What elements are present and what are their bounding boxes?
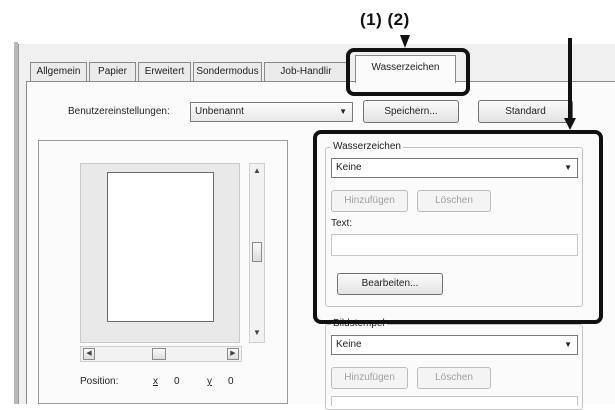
annotation-arrows <box>400 35 576 130</box>
arrow-to-watermark-icon <box>564 118 576 130</box>
arrow-to-tab-icon <box>400 35 410 48</box>
tab-wasserzeichen[interactable]: Wasserzeichen <box>355 55 456 83</box>
